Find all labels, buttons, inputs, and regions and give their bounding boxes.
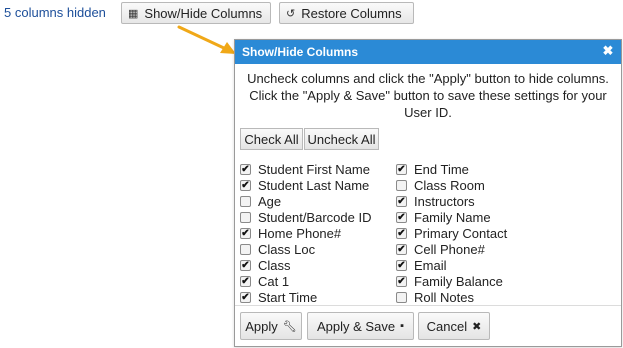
column-option-label: Student Last Name [258, 177, 370, 193]
column-option-label: Cell Phone# [414, 241, 485, 257]
column-option-label: Cat 1 [258, 273, 290, 289]
cancel-label: Cancel [426, 318, 468, 334]
column-option[interactable]: Class Room [396, 177, 507, 193]
column-option-label: Roll Notes [414, 289, 474, 305]
check-buttons-group: Check All Uncheck All [240, 128, 379, 150]
close-icon: ✖ [472, 320, 482, 333]
column-option-label: Start Time [258, 289, 318, 305]
column-option[interactable]: Age [240, 193, 371, 209]
cancel-button[interactable]: Cancel ✖ [418, 312, 490, 340]
hidden-columns-count: 5 columns hidden [4, 5, 106, 20]
column-checkbox[interactable] [396, 195, 407, 207]
column-option[interactable]: Family Balance [396, 273, 507, 289]
column-option-label: Family Balance [414, 273, 503, 289]
column-option[interactable]: Student First Name [240, 161, 371, 177]
column-option[interactable]: Primary Contact [396, 225, 507, 241]
column-option-label: Age [258, 193, 282, 209]
column-option[interactable]: Student/Barcode ID [240, 209, 371, 225]
column-checkbox[interactable] [396, 211, 407, 223]
left-column-list: Student First NameStudent Last NameAgeSt… [240, 161, 371, 305]
column-option-label: Class [258, 257, 291, 273]
column-option[interactable]: Instructors [396, 193, 507, 209]
column-option[interactable]: Roll Notes [396, 289, 507, 305]
dialog-title-bar: Show/Hide Columns ✖ [235, 40, 621, 64]
column-checkbox[interactable] [396, 163, 407, 175]
column-checkbox[interactable] [240, 163, 251, 175]
save-icon: ▪ [400, 320, 404, 332]
column-option[interactable]: Cat 1 [240, 273, 371, 289]
column-option[interactable]: Family Name [396, 209, 507, 225]
apply-label: Apply [245, 318, 278, 334]
uncheck-all-button[interactable]: Uncheck All [304, 128, 379, 150]
column-checkbox[interactable] [240, 259, 251, 271]
restore-columns-button[interactable]: ↺ Restore Columns [279, 2, 414, 24]
column-option[interactable]: Cell Phone# [396, 241, 507, 257]
column-option-label: Class Room [414, 177, 485, 193]
close-icon[interactable]: ✖ [601, 44, 615, 58]
column-checkbox[interactable] [396, 275, 407, 287]
column-checkbox[interactable] [396, 291, 407, 303]
toolbar: 5 columns hidden ▦ Show/Hide Columns ↺ R… [0, 0, 623, 28]
column-option-label: Home Phone# [258, 225, 342, 241]
column-option-label: Student/Barcode ID [258, 209, 372, 225]
apply-and-save-button[interactable]: Apply & Save ▪ [307, 312, 414, 340]
dialog-title: Show/Hide Columns [242, 45, 359, 59]
column-checkbox[interactable] [240, 227, 251, 239]
right-column-list: End TimeClass RoomInstructorsFamily Name… [396, 161, 507, 305]
column-checkbox[interactable] [396, 179, 407, 191]
column-checkbox[interactable] [240, 195, 251, 207]
column-option-label: End Time [414, 161, 469, 177]
check-all-button[interactable]: Check All [240, 128, 303, 150]
show-hide-columns-label: Show/Hide Columns [144, 5, 263, 21]
column-checkbox[interactable] [240, 291, 251, 303]
column-option-label: Primary Contact [414, 225, 508, 241]
apply-and-save-label: Apply & Save [317, 318, 396, 334]
show-hide-columns-dialog: Show/Hide Columns ✖ Uncheck columns and … [234, 39, 622, 347]
dialog-description: Uncheck columns and click the "Apply" bu… [247, 71, 609, 120]
dialog-footer: Apply 🔧︎ Apply & Save ▪ Cancel ✖ [235, 305, 621, 346]
column-option-label: Email [414, 257, 447, 273]
column-option-label: Class Loc [258, 241, 316, 257]
column-option[interactable]: Student Last Name [240, 177, 371, 193]
column-checkbox[interactable] [396, 227, 407, 239]
wrench-icon: 🔧︎ [282, 320, 297, 333]
restore-columns-label: Restore Columns [301, 5, 402, 21]
column-checkbox[interactable] [240, 275, 251, 287]
column-option[interactable]: Class [240, 257, 371, 273]
column-option[interactable]: End Time [396, 161, 507, 177]
column-checkbox[interactable] [396, 243, 407, 255]
column-option[interactable]: Start Time [240, 289, 371, 305]
column-checkbox[interactable] [240, 211, 251, 223]
column-checkbox[interactable] [240, 179, 251, 191]
show-hide-columns-button[interactable]: ▦ Show/Hide Columns [121, 2, 271, 24]
column-option[interactable]: Email [396, 257, 507, 273]
apply-button[interactable]: Apply 🔧︎ [240, 312, 302, 340]
column-checkbox[interactable] [240, 243, 251, 255]
column-option-label: Family Name [414, 209, 491, 225]
column-option[interactable]: Class Loc [240, 241, 371, 257]
column-checkbox[interactable] [396, 259, 407, 271]
column-option-label: Student First Name [258, 161, 370, 177]
undo-icon: ↺ [286, 7, 296, 20]
column-option[interactable]: Home Phone# [240, 225, 371, 241]
column-option-label: Instructors [414, 193, 475, 209]
table-icon: ▦ [128, 7, 139, 20]
